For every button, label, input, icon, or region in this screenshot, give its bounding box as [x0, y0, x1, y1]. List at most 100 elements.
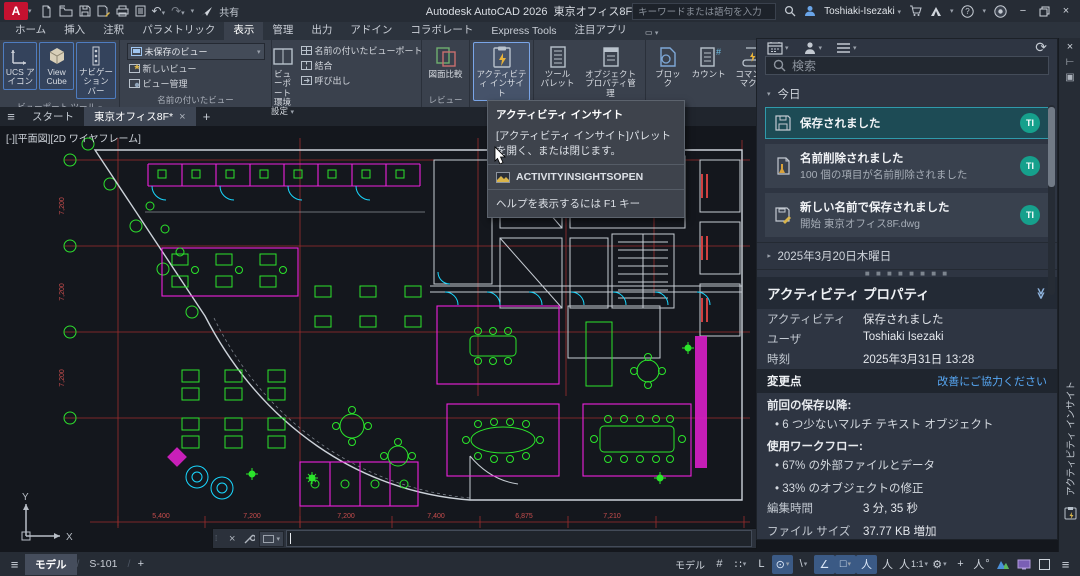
workspace-gear-button[interactable]: ⚙▾ [929, 555, 950, 574]
command-close-icon[interactable]: × [229, 533, 235, 545]
feedback-link[interactable]: 改善にご協力ください [937, 373, 1047, 389]
date-filter-button[interactable]: ▾ [767, 41, 789, 55]
panel-label-viewport-tools[interactable]: ビューポート ツール ▾ [0, 101, 119, 107]
user-icon[interactable] [804, 5, 816, 17]
panel-splitter[interactable]: ■ ■ ■ ■ ■ ■ ■ ■ [757, 270, 1057, 277]
help-dropdown-icon[interactable]: ▾ [982, 7, 986, 15]
close-button[interactable]: × [1058, 5, 1074, 17]
event-filter-button[interactable]: ▾ [836, 42, 857, 54]
view-manager-button[interactable]: ビュー管理 [127, 77, 265, 90]
refresh-icon[interactable]: ⟳ [1035, 39, 1047, 56]
ucs-icon-button[interactable]: UCS アイコン [3, 42, 37, 90]
palette-autohide-icon[interactable]: ⊢ [1066, 57, 1075, 68]
new-file-icon[interactable] [40, 5, 53, 18]
tab-home[interactable]: ホーム [6, 20, 55, 40]
file-tab-document[interactable]: 東京オフィス8F* × [84, 107, 196, 126]
command-customize-icon[interactable] [243, 533, 255, 545]
activity-item-saved-as[interactable]: 新しい名前で保存されました 開始 東京オフィス8F.dwg TI [765, 193, 1049, 237]
blocks-button[interactable]: ブロック [649, 42, 687, 92]
share-icon[interactable] [200, 6, 213, 17]
clean-screen-display-button[interactable] [1013, 555, 1034, 574]
file-tab-close-icon[interactable]: × [179, 111, 185, 123]
feedback-icon[interactable] [994, 5, 1007, 18]
tab-express-tools[interactable]: Express Tools [482, 23, 565, 40]
sheet-icon[interactable] [135, 5, 146, 17]
redo-icon[interactable]: ↷▾ [171, 5, 185, 17]
tab-parametric[interactable]: パラメトリック [133, 20, 224, 40]
share-label[interactable]: 共有 [219, 4, 239, 19]
tab-manage[interactable]: 管理 [263, 20, 302, 40]
panel-scrollbar[interactable] [1048, 105, 1055, 295]
isolate-objects-button[interactable]: 人° [971, 555, 992, 574]
signed-in-user[interactable]: Toshiaki-Isezaki ▾ [824, 6, 901, 17]
grid-toggle[interactable]: # [709, 555, 730, 574]
app-menu-dropdown-icon[interactable]: ▾ [28, 7, 32, 15]
tab-featured-apps[interactable]: 注目アプリ [566, 20, 637, 40]
activity-properties-header[interactable]: アクティビティ プロパティ ≫ [757, 277, 1057, 309]
join-viewports-button[interactable]: 結合 [299, 59, 425, 72]
activity-search-input[interactable]: 検索 [765, 56, 1049, 75]
tab-addins[interactable]: アドイン [341, 20, 401, 40]
object-snap-tracking-toggle[interactable]: ∠ [814, 555, 835, 574]
view-cube-button[interactable]: View Cube [39, 42, 73, 90]
cart-icon[interactable] [909, 5, 922, 17]
restore-viewports-button[interactable]: 呼び出し [299, 74, 425, 87]
new-layout-button[interactable]: + [130, 555, 151, 574]
collapse-chevron-icon[interactable]: ≫ [1035, 287, 1048, 299]
help-icon[interactable]: ? [961, 5, 974, 18]
restore-button[interactable] [1039, 6, 1050, 17]
palette-vertical-title[interactable]: アクティビティ インサイト [1063, 386, 1077, 496]
user-filter-button[interactable]: ▾ [803, 41, 823, 55]
named-viewports-button[interactable]: 名前の付いたビューポート [299, 44, 425, 57]
annotation-scale-button[interactable]: 人1:1▾ [898, 555, 929, 574]
file-tab-start[interactable]: スタート [22, 107, 84, 126]
tab-insert[interactable]: 挿入 [55, 20, 94, 40]
command-drag-handle[interactable]: ⁞ [215, 534, 223, 543]
autocad-logo-icon[interactable]: A [4, 2, 28, 20]
graphics-performance-button[interactable] [992, 555, 1013, 574]
navigation-bar-button[interactable]: ナビゲーション バー [76, 42, 116, 99]
plot-icon[interactable] [116, 5, 129, 17]
activity-insights-button[interactable]: アクティビティ インサイト [473, 42, 530, 101]
palette-close-icon[interactable]: × [1067, 41, 1073, 53]
ortho-toggle[interactable]: L [751, 555, 772, 574]
new-view-button[interactable]: 新しいビュー [127, 62, 265, 75]
view-list-dropdown[interactable]: 未保存のビュー ▾ [127, 43, 265, 60]
save-as-icon[interactable] [97, 5, 110, 17]
crosshair-button[interactable]: + [950, 555, 971, 574]
polar-tracking-toggle[interactable]: ⊙▾ [772, 555, 793, 574]
search-expand-icon[interactable]: ▸ [621, 7, 625, 15]
palette-properties-icon[interactable]: ▣ [1065, 72, 1074, 83]
undo-icon[interactable]: ↶▾ [152, 5, 166, 17]
count-button[interactable]: # カウント [689, 42, 729, 82]
command-line-bar[interactable]: ⁞ × ▾ [212, 528, 757, 549]
activity-item-purged[interactable]: 名前削除されました 100 個の項目が名前削除されました TI [765, 144, 1049, 188]
minimize-button[interactable]: − [1015, 5, 1031, 17]
activity-item-saved[interactable]: 保存されました TI [765, 107, 1049, 139]
layout-tab-s101[interactable]: S-101 [79, 555, 127, 573]
drawing-compare-button[interactable]: 図面比較 [425, 42, 466, 82]
layout-menu-icon[interactable]: ≡ [4, 555, 25, 574]
search-icon[interactable] [784, 5, 796, 17]
isodraft-toggle[interactable]: \▾ [793, 555, 814, 574]
command-recent-dropdown[interactable]: ▾ [259, 531, 284, 547]
group-today[interactable]: ▾今日 [757, 81, 1057, 107]
help-search-input[interactable]: キーワードまたは語句を入力 [632, 3, 776, 20]
tool-palettes-button[interactable]: ツール パレット [538, 42, 578, 92]
model-space-indicator[interactable]: モデル [675, 557, 705, 572]
object-snap-toggle[interactable]: □▾ [835, 555, 856, 574]
snap-toggle[interactable]: ∷▾ [730, 555, 751, 574]
autodesk-dropdown-icon[interactable]: ▾ [950, 7, 954, 15]
ribbon-display-options[interactable]: ▭ ▾ [636, 26, 667, 40]
save-icon[interactable] [79, 5, 91, 17]
command-input[interactable] [286, 530, 752, 547]
viewport-controls-label[interactable]: [-][平面図][2D ワイヤフレーム] [6, 130, 141, 145]
tab-annotate[interactable]: 注釈 [94, 20, 133, 40]
autoscale-toggle[interactable]: 人 [877, 555, 898, 574]
tab-output[interactable]: 出力 [302, 20, 341, 40]
properties-palette-button[interactable]: オブジェクト プロパティ管理 [580, 42, 642, 101]
tab-view[interactable]: 表示 [224, 20, 263, 40]
new-drawing-tab-button[interactable]: + [196, 107, 218, 126]
customization-menu-icon[interactable]: ≡ [1055, 555, 1076, 574]
open-file-icon[interactable] [59, 5, 73, 17]
